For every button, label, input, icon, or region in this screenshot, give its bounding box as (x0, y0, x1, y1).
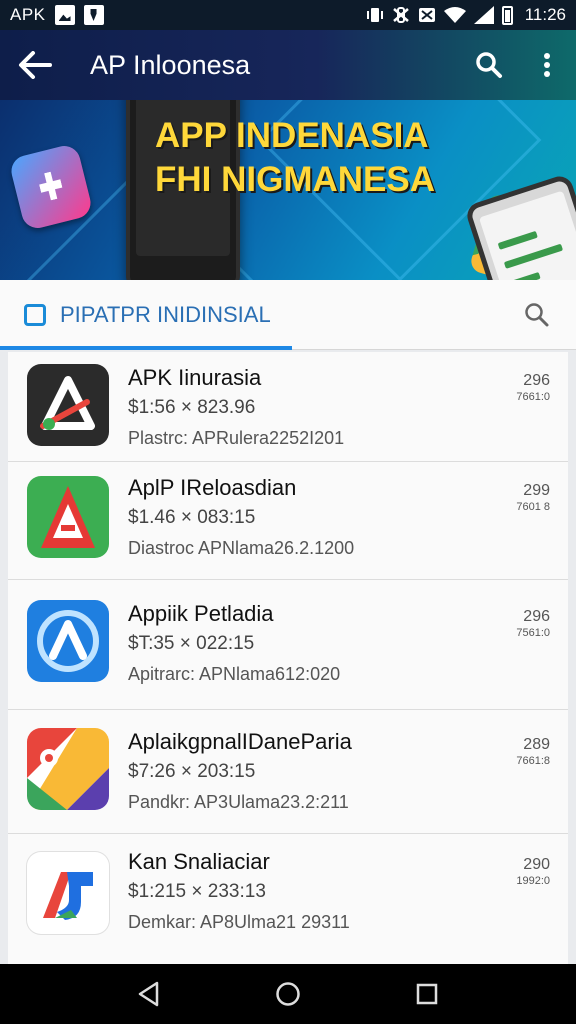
nfc-icon (418, 8, 435, 22)
app-sub: 7661:0 (516, 391, 550, 403)
list-item[interactable]: Kan Snaliaciar $1:215 × 233:13 Demkar: A… (8, 834, 568, 954)
list-item[interactable]: Appiik Petladia $T:35 × 022:15 Apitrarc:… (8, 580, 568, 710)
tab-bar: PIPATPR INIDINSIAL (0, 280, 576, 350)
app-sub: 7601 8 (516, 501, 550, 513)
app-meta: Pandkr: AP3Ulama23.2:211 (128, 792, 349, 812)
banner-line-1: APP INDENASIA (155, 116, 429, 155)
status-brand: APK (10, 5, 46, 24)
app-name: Kan Snaliaciar (128, 849, 270, 874)
app-count: 299 (523, 482, 550, 499)
app-price: $1:215 × 233:13 (128, 881, 266, 902)
status-time: 11:26 (524, 5, 566, 24)
nav-back-icon (139, 981, 159, 1007)
nav-back-button[interactable] (119, 964, 179, 1024)
banner-line-2: FHI NIGMANESA (155, 160, 435, 199)
blue-a-icon (27, 600, 109, 682)
gamepad-icon (8, 142, 94, 232)
app-stats: 289 7661:8 (516, 736, 550, 768)
overflow-menu-button[interactable] (518, 30, 576, 100)
app-sub: 7561:0 (516, 627, 550, 639)
nav-recents-icon (416, 983, 437, 1005)
apk-triangle-icon (27, 364, 109, 446)
nav-recents-button[interactable] (397, 964, 457, 1024)
app-price: $T:35 × 022:15 (128, 633, 255, 654)
app-meta: Plastrc: APRulera2252I201 (128, 428, 345, 448)
app-count: 289 (523, 736, 550, 753)
sync-icon (392, 7, 409, 23)
banner-headline: APP INDENASIA FHI NIGMANESA (155, 114, 455, 202)
app-stats: 299 7601 8 (516, 482, 550, 514)
back-arrow-icon (19, 51, 52, 79)
list-search-button[interactable] (512, 290, 562, 340)
list-item[interactable]: AplaikgpnalIDaneParia $7:26 × 203:15 Pan… (8, 710, 568, 834)
app-name: AplaikgpnalIDaneParia (128, 729, 352, 754)
app-sub: 1992:0 (516, 875, 550, 887)
multicolor-arrow-icon (27, 728, 109, 810)
app-name: Appiik Petladia (128, 601, 274, 626)
app-meta: Diastroc APNlama26.2.1200 (128, 538, 355, 558)
status-bar: APK 11:26 (0, 0, 576, 30)
tab-label: PIPATPR INIDINSIAL (60, 302, 271, 327)
search-icon (476, 52, 502, 78)
list-item[interactable]: AplP IReloasdian $1.46 × 083:15 Diastroc… (8, 462, 568, 580)
red-a-icon (27, 476, 109, 558)
app-name: AplP IReloasdian (128, 475, 297, 500)
signal-icon (473, 6, 494, 24)
tab-main[interactable]: PIPATPR INIDINSIAL (0, 280, 292, 350)
nav-home-button[interactable] (258, 964, 318, 1024)
search-icon (525, 303, 549, 327)
search-button[interactable] (460, 30, 518, 100)
app-price: $7:26 × 203:15 (128, 761, 256, 782)
app-count: 296 (523, 372, 550, 389)
image-notification-icon (54, 5, 75, 25)
app-stats: 296 7561:0 (516, 608, 550, 640)
app-sub: 7661:8 (516, 755, 550, 767)
app-stats: 296 7661:0 (516, 372, 550, 404)
colored-j-icon (27, 852, 109, 934)
page-title: AP Inloonesa (90, 49, 251, 80)
app-name: APK Iinurasia (128, 365, 262, 390)
nav-home-icon (276, 982, 300, 1006)
back-button[interactable] (0, 30, 70, 100)
list-item[interactable]: APK Iinurasia $1:56 × 823.96 Plastrc: AP… (8, 352, 568, 462)
tab-square-icon (24, 304, 46, 326)
app-bar: AP Inloonesa (0, 30, 576, 100)
app-price: $1.46 × 083:15 (128, 507, 256, 528)
location-notification-icon (83, 5, 104, 25)
tab-indicator (0, 346, 292, 350)
app-list: APK Iinurasia $1:56 × 823.96 Plastrc: AP… (8, 352, 568, 964)
wifi-icon (443, 7, 466, 23)
app-stats: 290 1992:0 (516, 856, 550, 888)
more-vert-icon (544, 53, 550, 77)
app-count: 290 (523, 856, 550, 873)
app-meta: Apitrarc: APNlama612:020 (128, 664, 341, 684)
vibrate-icon (366, 8, 383, 22)
app-price: $1:56 × 823.96 (128, 397, 256, 418)
battery-icon (501, 5, 513, 25)
app-meta: Demkar: AP8Ulma21 29311 (128, 912, 350, 932)
promo-banner[interactable]: APP INDENASIA FHI NIGMANESA (0, 100, 576, 280)
system-nav-bar (0, 964, 576, 1024)
app-count: 296 (523, 608, 550, 625)
